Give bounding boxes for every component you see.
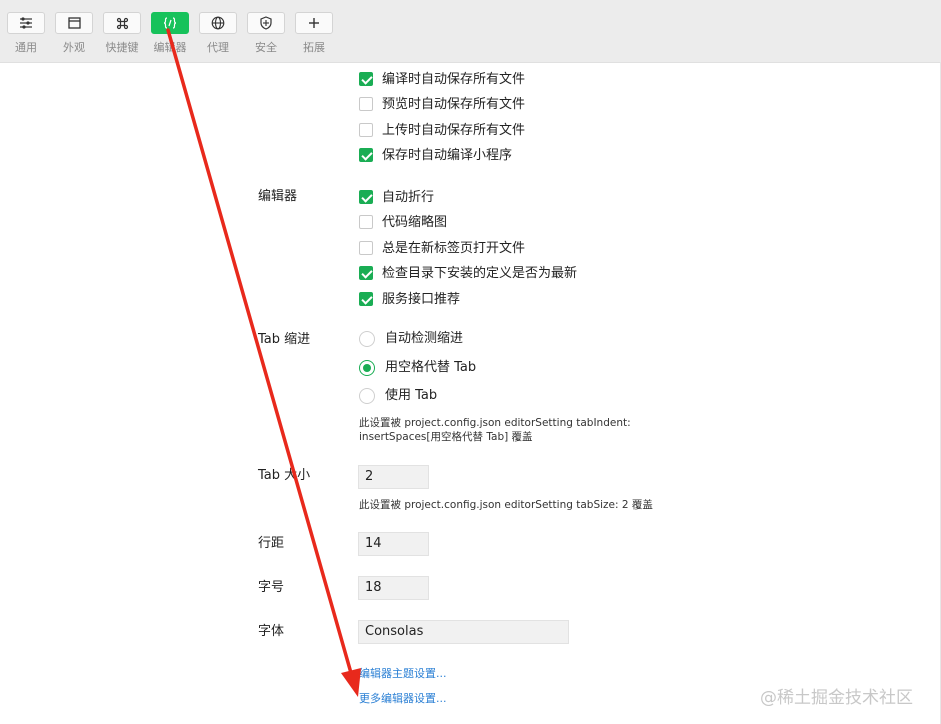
watermark: @稀土掘金技术社区 (760, 688, 913, 708)
option-label: 保存时自动编译小程序 (382, 148, 513, 163)
tab-size-label: Tab 大小 (258, 468, 311, 483)
editor-theme-settings-link[interactable]: 编辑器主题设置... (359, 665, 447, 681)
more-editor-settings-link[interactable]: 更多编辑器设置... (359, 690, 447, 706)
globe-icon (199, 12, 237, 34)
checkbox[interactable] (359, 215, 373, 229)
tab-label: 通用 (15, 41, 37, 54)
checkbox[interactable] (359, 148, 373, 162)
sliders-icon (7, 12, 45, 34)
option-minimap[interactable]: 代码缩略图 (0, 215, 941, 231)
tab-shortcuts[interactable]: 快捷键 (102, 12, 142, 55)
tab-label: 快捷键 (105, 41, 139, 54)
tab-editor[interactable]: 编辑器 (150, 12, 190, 55)
tab-security[interactable]: 安全 (246, 12, 286, 55)
radio-label: 用空格代替 Tab (385, 360, 477, 375)
font-family-input[interactable]: Consolas (358, 620, 569, 644)
option-compile-autosave[interactable]: 编译时自动保存所有文件 (0, 72, 941, 88)
radio-button[interactable] (359, 360, 375, 376)
option-label: 代码缩略图 (382, 215, 448, 230)
option-preview-autosave[interactable]: 预览时自动保存所有文件 (0, 97, 941, 113)
checkbox[interactable] (359, 266, 373, 280)
radio-button[interactable] (359, 331, 375, 347)
font-size-input[interactable]: 18 (358, 576, 429, 600)
option-label: 编译时自动保存所有文件 (382, 72, 526, 87)
command-key-icon (103, 12, 141, 34)
window-icon (55, 12, 93, 34)
option-api-suggest[interactable]: 服务接口推荐 (0, 292, 941, 308)
tab-label: 安全 (255, 41, 277, 54)
radio-button[interactable] (359, 388, 375, 404)
tab-label: 代理 (207, 41, 229, 54)
radio-auto-detect[interactable]: 自动检测缩进 (0, 331, 941, 347)
checkbox[interactable] (359, 241, 373, 255)
tab-appearance[interactable]: 外观 (54, 12, 94, 55)
tab-extensions[interactable]: 拓展 (294, 12, 334, 55)
tab-label: 外观 (63, 41, 85, 54)
tab-general[interactable]: 通用 (6, 12, 46, 55)
option-label: 总是在新标签页打开文件 (382, 241, 526, 256)
option-label: 预览时自动保存所有文件 (382, 97, 526, 112)
checkbox[interactable] (359, 123, 373, 137)
shield-icon (247, 12, 285, 34)
tab-label: 拓展 (303, 41, 325, 54)
option-label: 自动折行 (382, 190, 435, 205)
checkbox[interactable] (359, 72, 373, 86)
option-word-wrap[interactable]: 自动折行 (0, 190, 941, 206)
option-upload-autosave[interactable]: 上传时自动保存所有文件 (0, 123, 941, 139)
code-braces-icon (151, 12, 189, 34)
checkbox[interactable] (359, 97, 373, 111)
checkbox[interactable] (359, 190, 373, 204)
option-save-autocompile[interactable]: 保存时自动编译小程序 (0, 148, 941, 164)
option-label: 上传时自动保存所有文件 (382, 123, 526, 138)
tab-label: 编辑器 (153, 41, 187, 54)
option-check-definitions[interactable]: 检查目录下安装的定义是否为最新 (0, 266, 941, 282)
line-height-input[interactable]: 14 (358, 532, 429, 556)
tab-proxy[interactable]: 代理 (198, 12, 238, 55)
font-size-label: 字号 (258, 580, 285, 595)
option-open-new-tab[interactable]: 总是在新标签页打开文件 (0, 241, 941, 257)
tab-size-note: 此设置被 project.config.json editorSetting t… (359, 499, 653, 511)
font-family-label: 字体 (258, 624, 285, 639)
line-height-label: 行距 (258, 536, 285, 551)
option-label: 检查目录下安装的定义是否为最新 (382, 266, 578, 281)
tab-indent-note-2: insertSpaces[用空格代替 Tab] 覆盖 (359, 431, 533, 443)
radio-use-tab[interactable]: 使用 Tab (0, 388, 941, 404)
tab-size-input[interactable]: 2 (358, 465, 429, 489)
checkbox[interactable] (359, 292, 373, 306)
radio-spaces[interactable]: 用空格代替 Tab (0, 360, 941, 376)
plus-icon (295, 12, 333, 34)
tab-indent-note-1: 此设置被 project.config.json editorSetting t… (359, 417, 631, 429)
settings-toolbar: 通用 外观 快捷键 编辑器 代理 安全 拓展 (0, 0, 941, 63)
radio-label: 自动检测缩进 (385, 331, 464, 346)
option-label: 服务接口推荐 (382, 292, 461, 307)
radio-label: 使用 Tab (385, 388, 438, 403)
